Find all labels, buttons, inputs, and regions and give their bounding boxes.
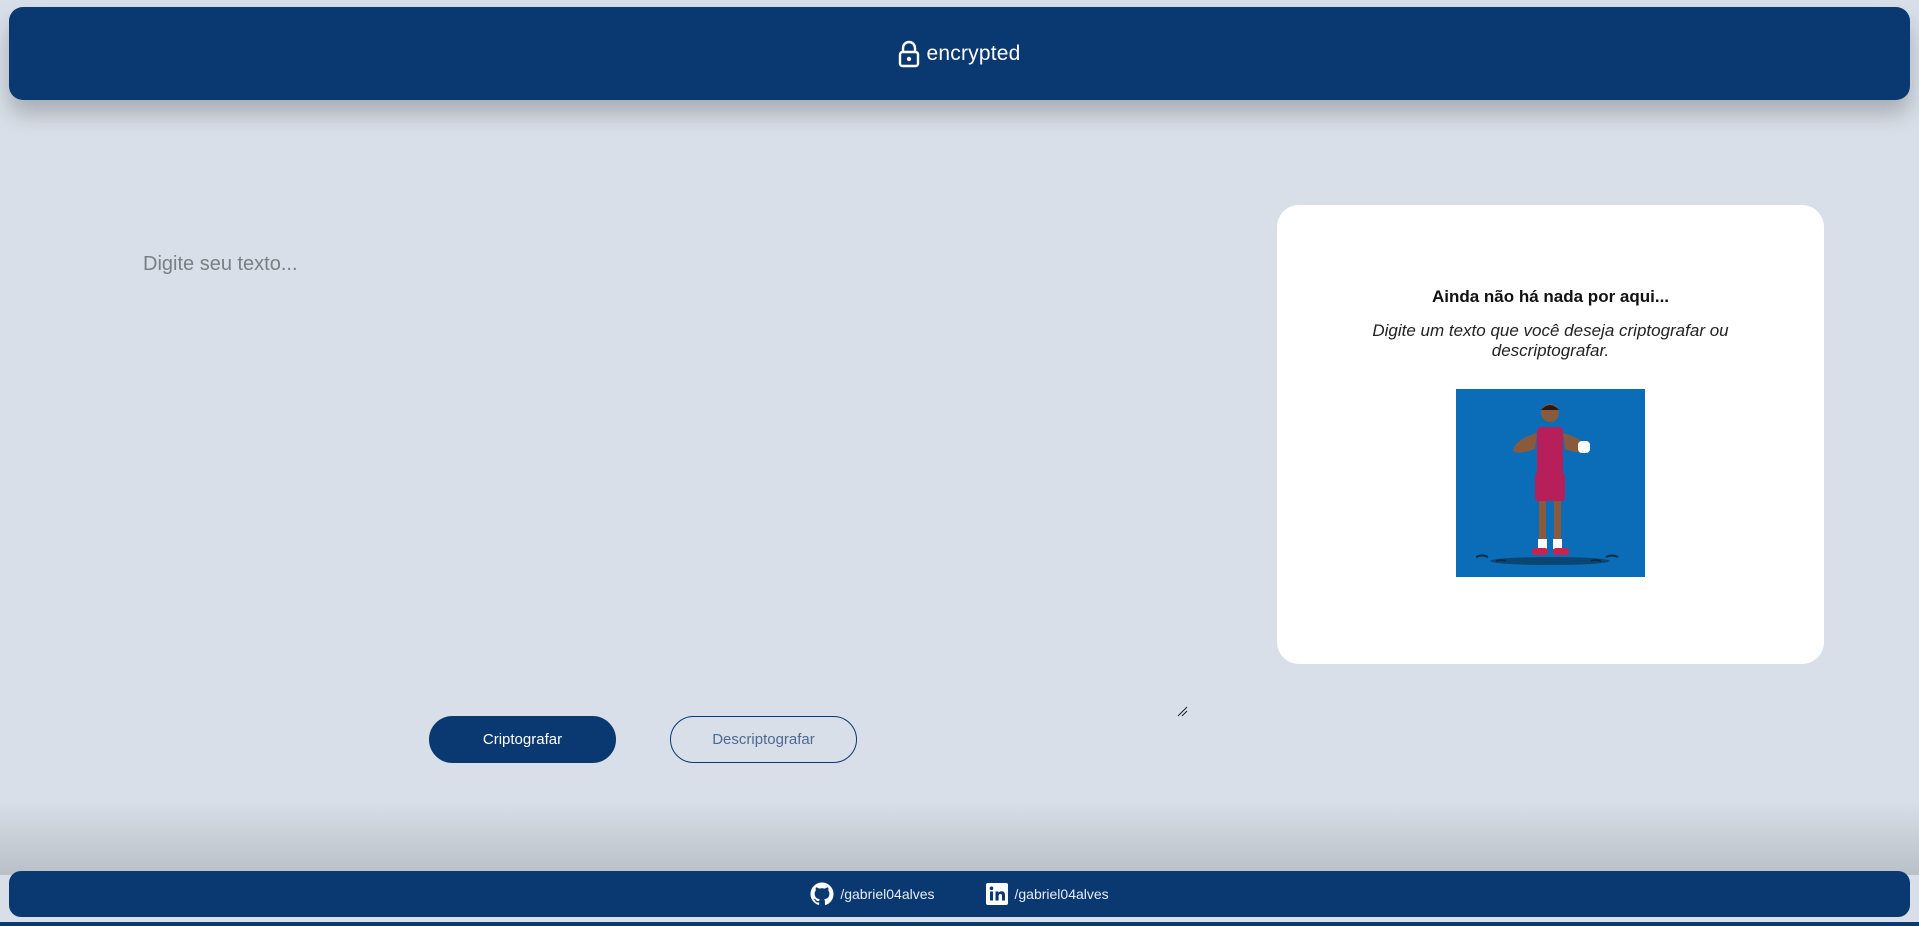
empty-state-description: Digite um texto que você deseja criptogr…: [1372, 321, 1729, 360]
empty-state-title: Ainda não há nada por aqui...: [1431, 287, 1670, 306]
app-title: encrypted: [926, 41, 1021, 65]
message-input[interactable]: [128, 235, 1188, 717]
linkedin-link[interactable]: /gabriel04alves: [985, 882, 1109, 906]
encrypt-button[interactable]: Criptografar: [429, 716, 616, 763]
linkedin-icon: [985, 883, 1008, 905]
app-header: encrypted: [9, 7, 1910, 100]
linkedin-label: /gabriel04alves: [1014, 886, 1109, 902]
bottom-border: [0, 922, 1919, 926]
github-link[interactable]: /gabriel04alves: [810, 882, 935, 906]
decrypt-button[interactable]: Descriptografar: [670, 716, 857, 763]
resize-handle-icon[interactable]: [1176, 705, 1188, 717]
footer-shadow: [0, 800, 1919, 875]
empty-state-illustration: [1456, 389, 1645, 577]
lock-icon: [899, 40, 920, 67]
github-label: /gabriel04alves: [840, 886, 935, 902]
app-footer: /gabriel04alves /gabriel04alves: [9, 871, 1910, 917]
output-panel: Ainda não há nada por aqui... Digite um …: [1277, 205, 1824, 664]
github-icon: [810, 882, 834, 906]
text-input-area: [128, 235, 1188, 717]
